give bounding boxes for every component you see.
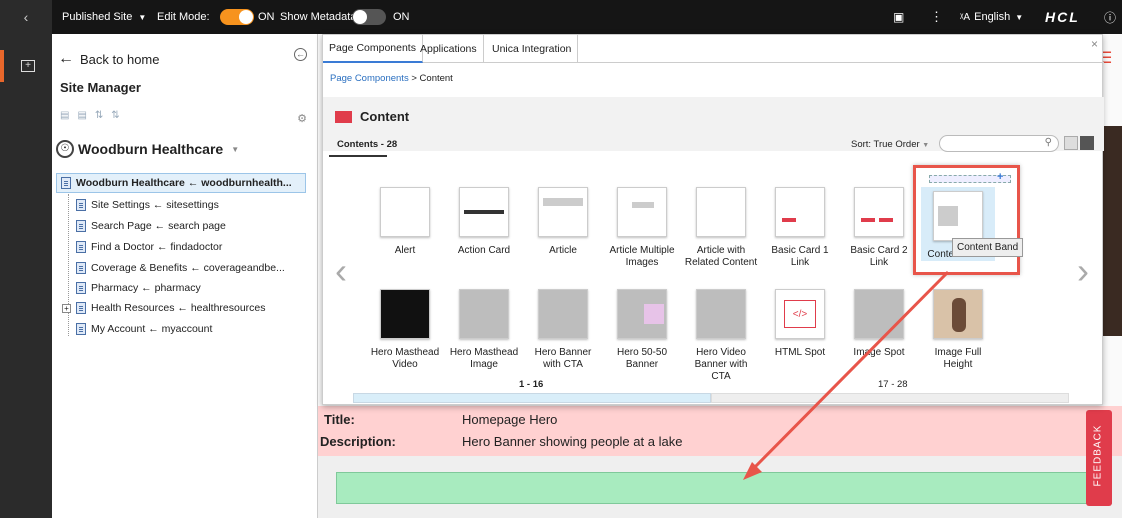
annotation-arrow (743, 270, 950, 480)
